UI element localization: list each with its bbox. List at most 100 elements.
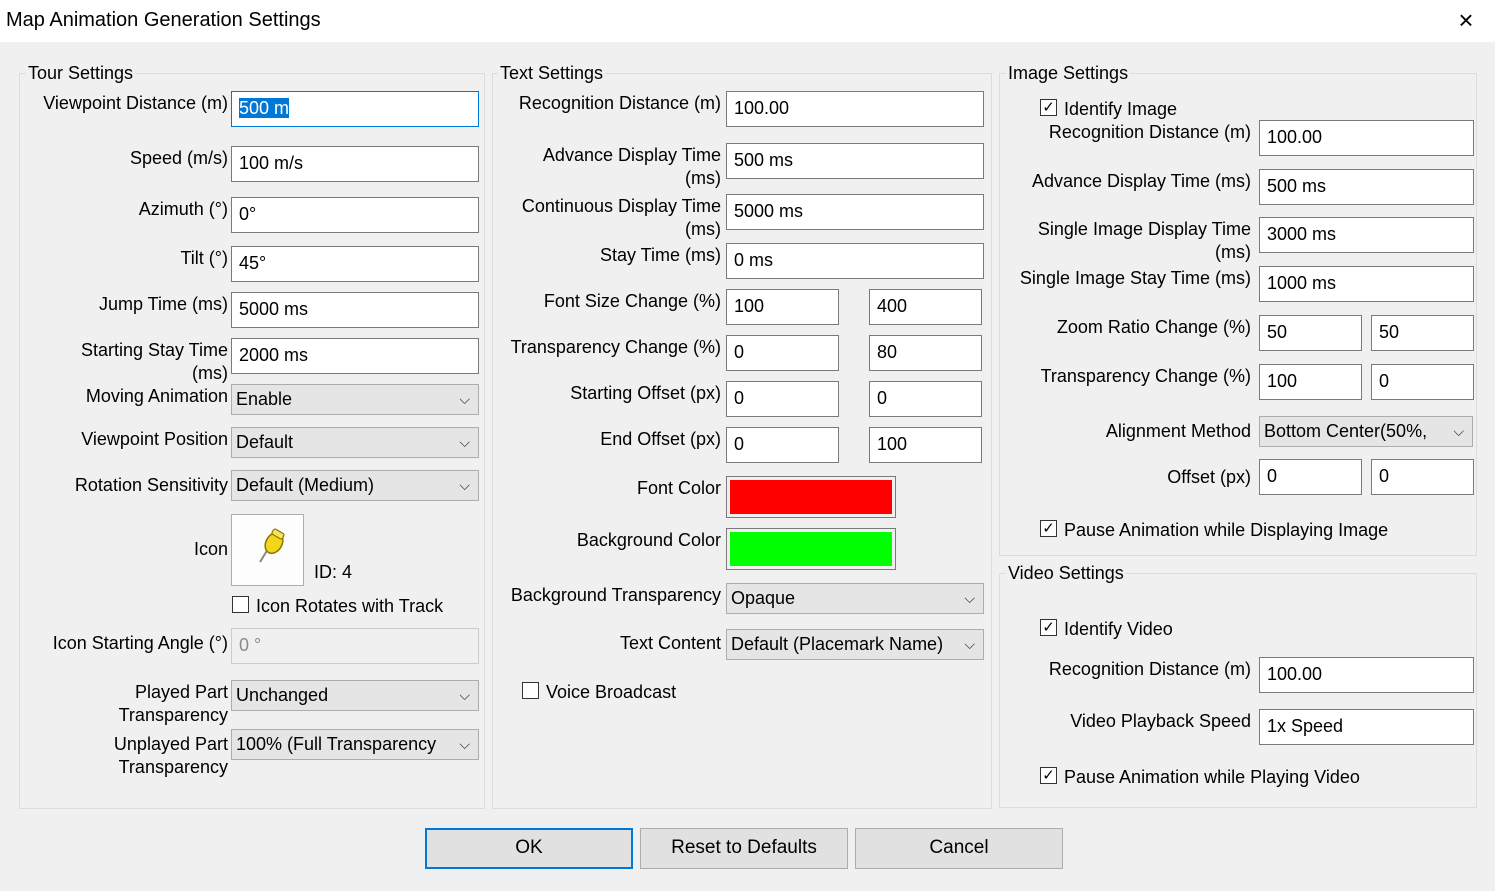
single-image-display-time-label: Single Image Display Time (ms): [1037, 219, 1251, 262]
icon-label: Icon: [193, 539, 228, 559]
speed-label: Speed (m/s): [129, 148, 228, 168]
font-size-change-to-input[interactable]: 400: [869, 289, 982, 325]
background-color-swatch: [730, 532, 892, 566]
image-offset-y-input[interactable]: 0: [1371, 459, 1474, 495]
icon-starting-angle-input[interactable]: 0 °: [231, 628, 479, 664]
voice-broadcast-checkbox[interactable]: [522, 682, 539, 699]
voice-broadcast-label: Voice Broadcast: [546, 682, 677, 702]
background-transparency-label: Background Transparency: [510, 585, 721, 605]
identify-image-label: Identify Image: [1064, 99, 1178, 119]
alignment-method-select[interactable]: Bottom Center(50%, ⌵: [1259, 416, 1473, 447]
text-advance-display-time-input[interactable]: 500 ms: [726, 143, 984, 179]
chevron-down-icon: ⌵: [1453, 423, 1464, 439]
viewpoint-position-label: Viewpoint Position: [81, 429, 228, 449]
starting-stay-time-label: Starting Stay Time (ms): [80, 340, 228, 383]
text-recognition-distance-label: Recognition Distance (m): [518, 93, 721, 113]
moving-animation-select[interactable]: Enable ⌵: [231, 384, 479, 415]
image-transparency-change-to-input[interactable]: 0: [1371, 364, 1474, 400]
starting-offset-label: Starting Offset (px): [570, 383, 721, 403]
chevron-down-icon: ⌵: [459, 736, 470, 752]
image-advance-display-time-input[interactable]: 500 ms: [1259, 169, 1474, 205]
chevron-down-icon: ⌵: [459, 391, 470, 407]
tilt-input[interactable]: 45°: [231, 246, 479, 282]
image-recognition-distance-input[interactable]: 100.00: [1259, 120, 1474, 156]
viewpoint-position-select[interactable]: Default ⌵: [231, 427, 479, 458]
chevron-down-icon: ⌵: [459, 477, 470, 493]
text-transparency-change-label: Transparency Change (%): [510, 337, 721, 357]
starting-offset-x-input[interactable]: 0: [726, 381, 839, 417]
stay-time-label: Stay Time (ms): [599, 245, 721, 265]
viewpoint-distance-input[interactable]: 500 m: [231, 91, 479, 127]
font-color-swatch: [730, 480, 892, 514]
single-image-display-time-input[interactable]: 3000 ms: [1259, 217, 1474, 253]
font-size-change-from-input[interactable]: 100: [726, 289, 839, 325]
image-offset-x-input[interactable]: 0: [1259, 459, 1362, 495]
background-color-button[interactable]: [726, 528, 896, 570]
image-advance-display-time-label: Advance Display Time (ms): [1031, 171, 1251, 191]
identify-image-checkbox[interactable]: ✓: [1040, 99, 1057, 116]
rotation-sensitivity-select[interactable]: Default (Medium) ⌵: [231, 470, 479, 501]
pause-while-video-checkbox[interactable]: ✓: [1040, 767, 1057, 784]
reset-defaults-button[interactable]: Reset to Defaults: [640, 828, 848, 869]
text-content-select[interactable]: Default (Placemark Name) ⌵: [726, 629, 984, 660]
video-settings-title: Video Settings: [1006, 563, 1126, 584]
jump-time-label: Jump Time (ms): [98, 294, 228, 314]
icon-picker-button[interactable]: [231, 514, 304, 586]
identify-video-checkbox[interactable]: ✓: [1040, 619, 1057, 636]
pause-while-video-label: Pause Animation while Playing Video: [1064, 767, 1360, 787]
image-recognition-distance-label: Recognition Distance (m): [1048, 122, 1251, 142]
chevron-down-icon: ⌵: [459, 687, 470, 703]
viewpoint-distance-label: Viewpoint Distance (m): [43, 93, 228, 113]
zoom-ratio-change-label: Zoom Ratio Change (%): [1056, 317, 1251, 337]
icon-rotates-label: Icon Rotates with Track: [256, 596, 444, 616]
cancel-button[interactable]: Cancel: [855, 828, 1063, 869]
end-offset-y-input[interactable]: 100: [869, 427, 982, 463]
unplayed-part-transparency-label: Unplayed Part Transparency: [113, 734, 228, 777]
icon-starting-angle-label: Icon Starting Angle (°): [52, 633, 228, 653]
image-transparency-change-label: Transparency Change (%): [1040, 366, 1251, 386]
zoom-ratio-change-from-input[interactable]: 50: [1259, 315, 1362, 351]
font-color-button[interactable]: [726, 476, 896, 518]
chevron-down-icon: ⌵: [964, 590, 975, 606]
icon-rotates-checkbox[interactable]: [232, 596, 249, 613]
alignment-method-label: Alignment Method: [1105, 421, 1251, 441]
starting-offset-y-input[interactable]: 0: [869, 381, 982, 417]
ok-button[interactable]: OK: [425, 828, 633, 869]
font-size-change-label: Font Size Change (%): [543, 291, 721, 311]
text-recognition-distance-input[interactable]: 100.00: [726, 91, 984, 127]
zoom-ratio-change-to-input[interactable]: 50: [1371, 315, 1474, 351]
jump-time-input[interactable]: 5000 ms: [231, 292, 479, 328]
continuous-display-time-input[interactable]: 5000 ms: [726, 194, 984, 230]
single-image-stay-time-input[interactable]: 1000 ms: [1259, 266, 1474, 302]
azimuth-label: Azimuth (°): [138, 199, 228, 219]
continuous-display-time-label: Continuous Display Time (ms): [521, 196, 721, 239]
chevron-down-icon: ⌵: [459, 434, 470, 450]
close-icon[interactable]: ×: [1452, 5, 1480, 35]
pause-while-image-label: Pause Animation while Displaying Image: [1064, 520, 1389, 540]
text-settings-title: Text Settings: [498, 63, 606, 84]
text-transparency-change-to-input[interactable]: 80: [869, 335, 982, 371]
starting-stay-time-input[interactable]: 2000 ms: [231, 338, 479, 374]
azimuth-input[interactable]: 0°: [231, 197, 479, 233]
identify-video-label: Identify Video: [1064, 619, 1173, 639]
image-settings-title: Image Settings: [1006, 63, 1131, 84]
font-color-label: Font Color: [636, 478, 721, 498]
single-image-stay-time-label: Single Image Stay Time (ms): [1019, 268, 1251, 288]
window-title: Map Animation Generation Settings: [6, 9, 321, 31]
chevron-down-icon: ⌵: [964, 636, 975, 652]
pause-while-image-checkbox[interactable]: ✓: [1040, 520, 1057, 537]
text-transparency-change-from-input[interactable]: 0: [726, 335, 839, 371]
end-offset-x-input[interactable]: 0: [726, 427, 839, 463]
stay-time-input[interactable]: 0 ms: [726, 243, 984, 279]
speed-input[interactable]: 100 m/s: [231, 146, 479, 182]
rotation-sensitivity-label: Rotation Sensitivity: [74, 475, 228, 495]
video-playback-speed-input[interactable]: 1x Speed: [1259, 709, 1474, 745]
tour-settings-title: Tour Settings: [26, 63, 136, 84]
video-recognition-distance-input[interactable]: 100.00: [1259, 657, 1474, 693]
background-transparency-select[interactable]: Opaque ⌵: [726, 583, 984, 614]
unplayed-part-transparency-select[interactable]: 100% (Full Transparency ⌵: [231, 729, 479, 760]
image-transparency-change-from-input[interactable]: 100: [1259, 364, 1362, 400]
video-recognition-distance-label: Recognition Distance (m): [1048, 659, 1251, 679]
played-part-transparency-select[interactable]: Unchanged ⌵: [231, 680, 479, 711]
pushpin-icon: [259, 528, 285, 563]
